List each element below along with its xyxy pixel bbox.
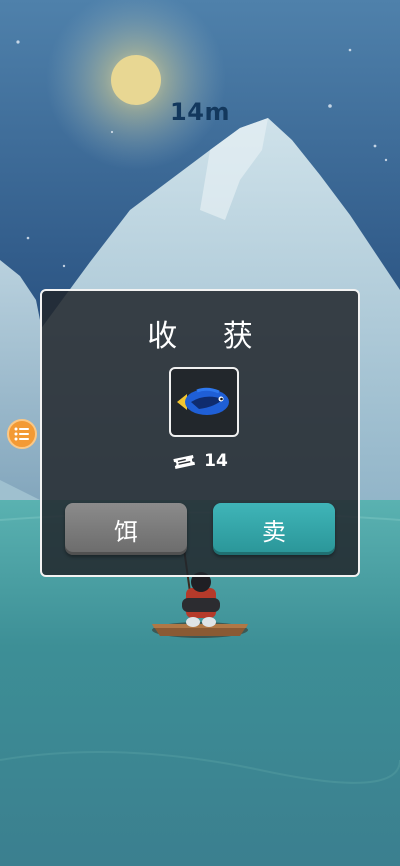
harvest-dialog: 收 获 14 饵 卖: [40, 289, 360, 577]
blue-tang-fish-icon: [177, 387, 229, 415]
reward-row: 14: [42, 451, 358, 471]
catch-item-slot[interactable]: [169, 367, 239, 437]
mountain-left: [0, 260, 40, 520]
side-menu-button[interactable]: [7, 419, 37, 449]
reward-amount: 14: [204, 451, 228, 471]
bait-button[interactable]: 饵: [65, 503, 187, 555]
dialog-title: 收 获: [147, 319, 271, 354]
sell-button[interactable]: 卖: [213, 503, 335, 555]
list-menu-icon: [14, 427, 29, 441]
ticket-icon: [173, 455, 196, 469]
depth-counter: 14m: [170, 98, 230, 126]
